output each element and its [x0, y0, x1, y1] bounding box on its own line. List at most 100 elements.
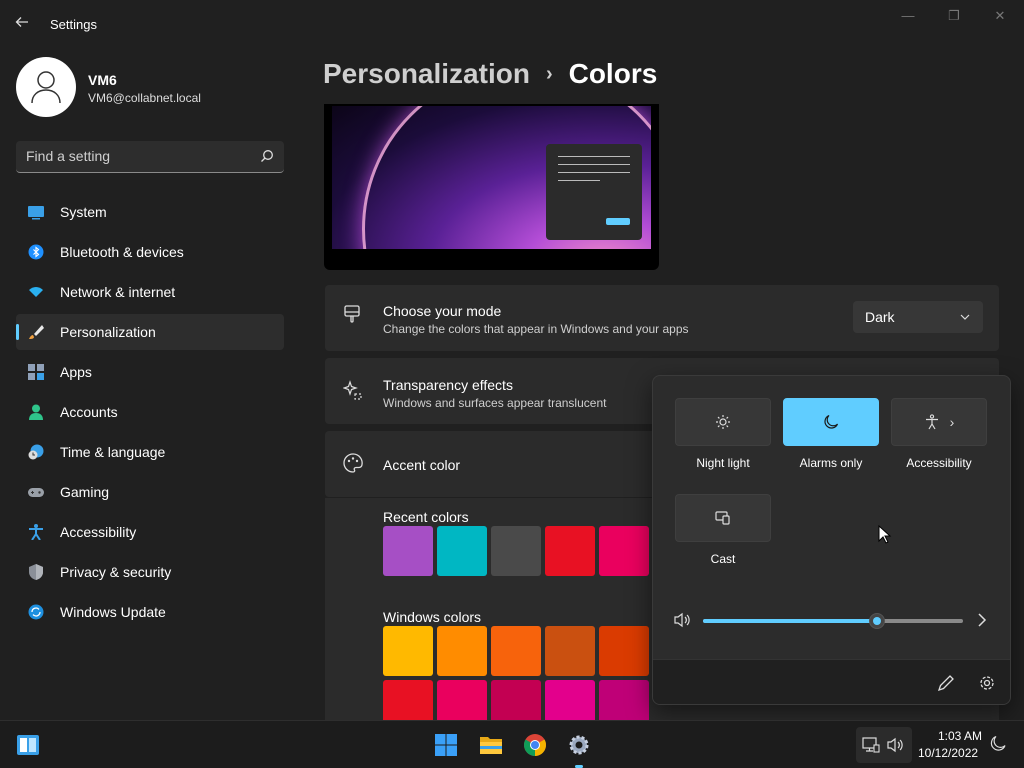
search-box[interactable] — [16, 141, 284, 173]
color-swatch[interactable] — [383, 626, 433, 676]
close-button[interactable]: ✕ — [990, 8, 1010, 26]
flyout-footer — [653, 659, 1010, 704]
accessibility-icon — [925, 414, 938, 430]
sidebar-item-accessibility[interactable]: Accessibility — [16, 514, 284, 550]
mode-dropdown[interactable]: Dark — [853, 301, 983, 333]
sidebar-item-label: Time & language — [60, 444, 166, 460]
avatar[interactable] — [16, 57, 76, 117]
user-name: VM6 — [88, 72, 117, 88]
sidebar-item-network[interactable]: Network & internet — [16, 274, 284, 310]
back-arrow-icon — [15, 17, 28, 27]
windows-colors-row — [383, 626, 649, 676]
sidebar-item-label: Bluetooth & devices — [60, 244, 184, 260]
page-title: Colors — [568, 58, 658, 89]
preview-accent-button — [606, 218, 630, 225]
update-icon — [28, 604, 44, 620]
color-swatch[interactable] — [437, 526, 487, 576]
maximize-button[interactable]: ❐ — [944, 8, 964, 26]
sidebar-item-system[interactable]: System — [16, 194, 284, 230]
windows-colors-label: Windows colors — [383, 609, 482, 625]
sidebar-item-windows-update[interactable]: Windows Update — [16, 594, 284, 630]
alarms-only-tile[interactable] — [783, 398, 879, 446]
breadcrumb-parent[interactable]: Personalization — [323, 58, 530, 90]
cast-label: Cast — [710, 552, 736, 566]
color-swatch[interactable] — [491, 626, 541, 676]
mode-title: Choose your mode — [383, 303, 502, 319]
color-swatch[interactable] — [599, 626, 649, 676]
title-bar: Settings — ❐ ✕ — [0, 0, 1024, 48]
sidebar-item-gaming[interactable]: Gaming — [16, 474, 284, 510]
color-swatch[interactable] — [383, 526, 433, 576]
speaker-icon[interactable] — [673, 612, 691, 633]
sidebar-item-label: Apps — [60, 364, 92, 380]
mode-dropdown-value: Dark — [865, 309, 895, 325]
search-icon[interactable] — [260, 149, 274, 168]
gear-icon[interactable] — [978, 674, 996, 697]
breadcrumb: Personalization › Colors — [323, 58, 657, 90]
network-wired-icon — [862, 736, 880, 759]
sidebar-item-bluetooth[interactable]: Bluetooth & devices — [16, 234, 284, 270]
chrome-icon[interactable] — [523, 733, 547, 757]
sidebar-item-privacy[interactable]: Privacy & security — [16, 554, 284, 590]
sidebar-item-label: Accounts — [60, 404, 118, 420]
sidebar-item-time-language[interactable]: Time & language — [16, 434, 284, 470]
sidebar-item-accounts[interactable]: Accounts — [16, 394, 284, 430]
sparkle-icon — [342, 380, 363, 405]
app-title: Settings — [50, 17, 97, 32]
settings-app-icon[interactable] — [567, 733, 591, 757]
file-explorer-icon[interactable] — [479, 733, 503, 757]
color-swatch[interactable] — [437, 626, 487, 676]
volume-slider[interactable] — [703, 613, 963, 629]
volume-thumb[interactable] — [869, 613, 885, 629]
sidebar-item-apps[interactable]: Apps — [16, 354, 284, 390]
color-swatch[interactable] — [545, 626, 595, 676]
color-swatch[interactable] — [545, 526, 595, 576]
sidebar-item-label: Privacy & security — [60, 564, 172, 580]
shield-icon — [28, 564, 44, 580]
sidebar-nav: System Bluetooth & devices Network & int… — [16, 194, 284, 634]
system-tray[interactable] — [856, 727, 912, 763]
taskbar-time[interactable]: 1:03 AM — [918, 729, 982, 743]
start-windows-icon[interactable] — [434, 733, 458, 757]
accessibility-icon — [28, 524, 44, 541]
preview-window — [546, 144, 642, 240]
user-email: VM6@collabnet.local — [88, 91, 201, 105]
transparency-subtitle: Windows and surfaces appear translucent — [383, 396, 607, 410]
edit-icon[interactable] — [937, 674, 955, 697]
color-swatch[interactable] — [491, 526, 541, 576]
sidebar-item-label: Gaming — [60, 484, 110, 500]
accessibility-label: Accessibility — [906, 456, 972, 470]
brush-icon — [343, 305, 361, 332]
taskbar-date[interactable]: 10/12/2022 — [918, 746, 978, 760]
sidebar-item-label: Network & internet — [60, 284, 176, 300]
quick-settings-flyout: Night light Alarms only › Accessibility … — [652, 375, 1011, 705]
chevron-right-icon: › — [949, 414, 955, 430]
cast-tile[interactable] — [675, 494, 771, 542]
color-swatch[interactable] — [545, 680, 595, 720]
sidebar-item-personalization[interactable]: Personalization — [16, 314, 284, 350]
palette-icon — [343, 453, 363, 478]
color-swatch[interactable] — [599, 680, 649, 720]
color-swatch[interactable] — [437, 680, 487, 720]
accent-color-title: Accent color — [383, 457, 461, 473]
night-light-tile[interactable] — [675, 398, 771, 446]
chevron-right-icon[interactable] — [975, 611, 989, 634]
back-button[interactable] — [14, 14, 34, 34]
color-swatch[interactable] — [599, 526, 649, 576]
transparency-title: Transparency effects — [383, 377, 513, 393]
focus-moon-icon[interactable] — [990, 735, 1006, 758]
color-swatch[interactable] — [491, 680, 541, 720]
clock-globe-icon — [28, 444, 44, 460]
color-swatch[interactable] — [383, 680, 433, 720]
taskbar: 1:03 AM 10/12/2022 — [0, 720, 1024, 768]
minimize-button[interactable]: — — [898, 8, 918, 26]
accessibility-tile[interactable]: › — [891, 398, 987, 446]
widgets-icon[interactable] — [16, 733, 40, 757]
sidebar-item-label: Accessibility — [60, 524, 137, 540]
volume-icon — [886, 736, 904, 759]
system-icon — [28, 204, 44, 220]
windows-colors-row — [383, 680, 649, 720]
mouse-cursor-icon — [878, 524, 892, 550]
recent-colors-label: Recent colors — [383, 509, 469, 525]
search-input[interactable] — [26, 148, 246, 164]
